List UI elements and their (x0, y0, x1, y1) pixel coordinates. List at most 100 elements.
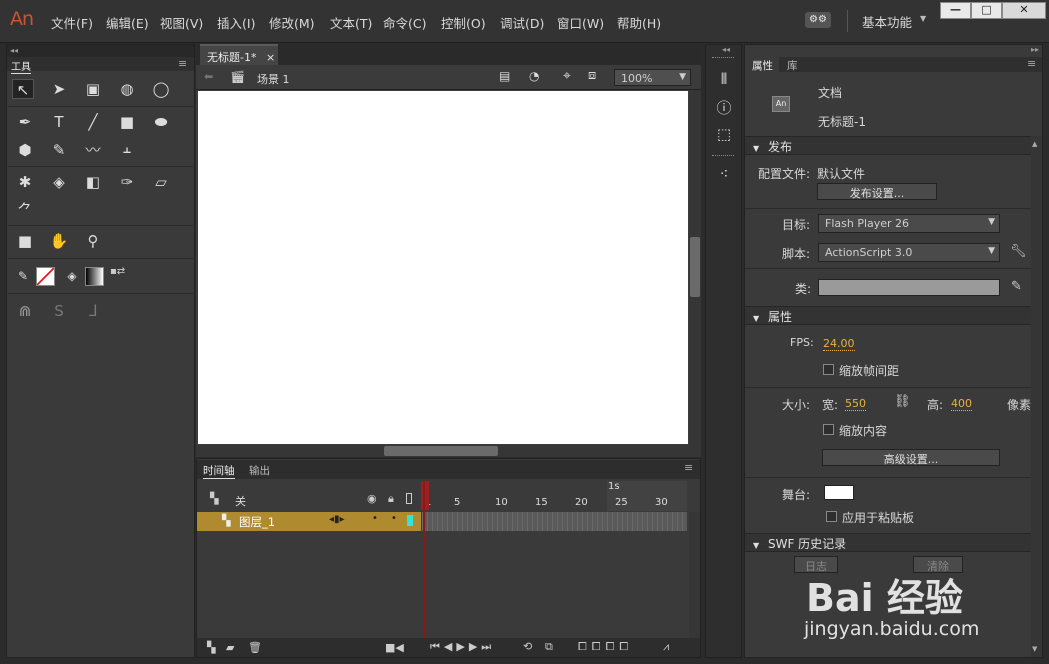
camera-tool-icon[interactable]: ■ (14, 231, 36, 251)
rectangle-tool-icon[interactable]: ■ (116, 112, 138, 132)
stroke-color-swatch[interactable] (36, 267, 55, 286)
class-input[interactable] (818, 279, 1000, 296)
subselection-tool-icon[interactable]: ➤ (48, 79, 70, 99)
swf-history-section-header[interactable]: ▼ SWF 历史记录 (745, 533, 1031, 552)
layer-outline-color[interactable] (407, 515, 413, 526)
apply-clipboard-checkbox[interactable] (826, 511, 837, 522)
grip-handle[interactable] (712, 57, 734, 60)
timeline-vertical-scrollbar[interactable] (689, 512, 700, 638)
panel-menu-icon[interactable]: ≡ (1027, 57, 1036, 70)
workspace-gear-icon[interactable]: ⚙⚙ (805, 12, 831, 28)
center-stage-icon[interactable]: ⌖ (563, 68, 571, 84)
eraser-tool-icon[interactable]: ▱ (150, 172, 172, 192)
expand-right-icon[interactable]: ▸▸ (1031, 45, 1039, 54)
fill-color-swatch[interactable] (85, 267, 104, 286)
publish-section-header[interactable]: ▼ 发布 (745, 136, 1031, 155)
back-arrow-icon[interactable]: ⬅ (204, 70, 213, 83)
minimize-button[interactable]: — (940, 2, 971, 19)
edit-scene-icon[interactable]: ▤ (499, 69, 510, 83)
lock-icon[interactable]: 🔒︎ (388, 492, 394, 506)
menu-edit[interactable]: 编辑(E) (106, 13, 149, 32)
document-tab[interactable]: 无标题-1* × (200, 44, 278, 65)
edit-symbol-icon[interactable]: ◔ (529, 69, 539, 83)
clip-content-icon[interactable]: ⧈ (588, 68, 596, 83)
menu-window[interactable]: 窗口(W) (557, 13, 604, 32)
frame-tools-icon[interactable]: ⧠⧠⧠⧠ (578, 640, 633, 654)
paint-brush-tool-icon[interactable]: 〰 (82, 140, 104, 160)
selection-tool-icon[interactable]: ↖ (12, 79, 34, 99)
close-button[interactable]: ✕ (1002, 2, 1046, 19)
align-panel-icon[interactable]: ⫴ (714, 70, 734, 90)
brush-tool-icon[interactable]: ⲳ (116, 140, 138, 160)
stage-canvas[interactable] (198, 91, 688, 444)
scroll-up-icon[interactable]: ▲ (1032, 140, 1037, 148)
width-value[interactable]: 550 (845, 397, 866, 411)
target-select[interactable]: Flash Player 26 ▼ (818, 214, 1000, 233)
scale-content-checkbox[interactable] (823, 424, 834, 435)
components-icon[interactable]: ⁖ (714, 165, 734, 185)
height-value[interactable]: 400 (951, 397, 972, 411)
scroll-down-icon[interactable]: ▼ (1032, 645, 1037, 653)
layer-lock-dot[interactable]: • (391, 513, 397, 524)
lasso-tool-icon[interactable]: ◯ (150, 79, 172, 99)
snap-to-objects-icon[interactable]: ⋒ (14, 301, 36, 321)
zoom-select[interactable]: 100% ▼ (614, 69, 691, 86)
scale-spans-checkbox[interactable] (823, 364, 834, 375)
layer-row[interactable] (197, 512, 421, 531)
menu-help[interactable]: 帮助(H) (617, 13, 661, 32)
frame-view-icon[interactable]: ⩘ (663, 640, 669, 654)
fill-color-icon[interactable]: ◈ (61, 266, 83, 286)
menu-debug[interactable]: 调试(D) (500, 13, 544, 32)
frames-row[interactable] (422, 512, 687, 531)
transform-panel-icon[interactable]: ⬚ (714, 125, 734, 145)
layer-visibility-dot[interactable]: • (372, 513, 378, 524)
oval-tool-icon[interactable]: ⬬ (150, 112, 172, 132)
loop-icon[interactable]: ⟲ (523, 640, 532, 653)
3d-rotation-tool-icon[interactable]: ◍ (116, 79, 138, 99)
eye-icon[interactable]: ◉ (367, 492, 377, 505)
tab-library[interactable]: 库 (787, 58, 798, 73)
script-select[interactable]: ActionScript 3.0 ▼ (818, 243, 1000, 262)
onion-skin-icon[interactable]: ⧉ (545, 640, 553, 654)
polystar-tool-icon[interactable]: ⬢ (14, 140, 36, 160)
ink-bottle-tool-icon[interactable]: ◧ (82, 172, 104, 192)
menu-view[interactable]: 视图(V) (160, 13, 203, 32)
stage-color-swatch[interactable] (824, 485, 854, 500)
properties-section-header[interactable]: ▼ 属性 (745, 306, 1031, 325)
menu-control[interactable]: 控制(O) (441, 13, 486, 32)
layer-name[interactable]: 图层_1 (239, 514, 275, 530)
text-tool-icon[interactable]: T (48, 112, 70, 132)
stage-horizontal-scroll-thumb[interactable] (384, 446, 498, 456)
menu-modify[interactable]: 修改(M) (269, 13, 315, 32)
swap-colors-icon[interactable]: ▪⇄ (110, 266, 125, 277)
scene-label[interactable]: 场景 1 (257, 71, 290, 87)
pencil-tool-icon[interactable]: ✎ (48, 140, 70, 160)
wrench-icon[interactable]: 🔧︎ (1010, 244, 1027, 259)
paint-bucket-tool-icon[interactable]: ◈ (48, 172, 70, 192)
menu-file[interactable]: 文件(F) (51, 13, 93, 32)
fps-value[interactable]: 24.00 (823, 337, 855, 351)
free-transform-tool-icon[interactable]: ▣ (82, 79, 104, 99)
panel-menu-icon[interactable]: ≡ (684, 461, 693, 474)
collapse-left-icon[interactable]: ◂◂ (7, 45, 194, 57)
panel-menu-icon[interactable]: ≡ (178, 57, 187, 70)
tab-output[interactable]: 输出 (249, 463, 270, 478)
zoom-tool-icon[interactable]: ⚲ (82, 231, 104, 251)
outline-icon[interactable] (406, 493, 412, 504)
menu-text[interactable]: 文本(T) (330, 13, 372, 32)
pen-tool-icon[interactable]: ✒ (14, 112, 36, 132)
eyedropper-tool-icon[interactable]: ✑ (116, 172, 138, 192)
advanced-settings-button[interactable]: 高级设置... (822, 449, 1000, 466)
menu-insert[interactable]: 插入(I) (217, 13, 255, 32)
trash-icon[interactable]: 🗑︎ (248, 641, 262, 654)
properties-scrollbar[interactable] (1031, 136, 1042, 657)
workspace-switcher[interactable]: 基本功能 (862, 12, 912, 31)
link-icon[interactable]: ⛓︎ (894, 394, 911, 409)
line-tool-icon[interactable]: ╱ (82, 112, 104, 132)
edit-pencil-icon[interactable]: ✎ (1011, 279, 1022, 294)
info-icon[interactable]: ⓘ (714, 97, 734, 117)
tab-properties[interactable]: 属性 (752, 58, 773, 73)
close-tab-icon[interactable]: × (266, 51, 275, 64)
bone-tool-icon[interactable]: ✱ (14, 172, 36, 192)
hand-tool-icon[interactable]: ✋ (48, 231, 70, 251)
